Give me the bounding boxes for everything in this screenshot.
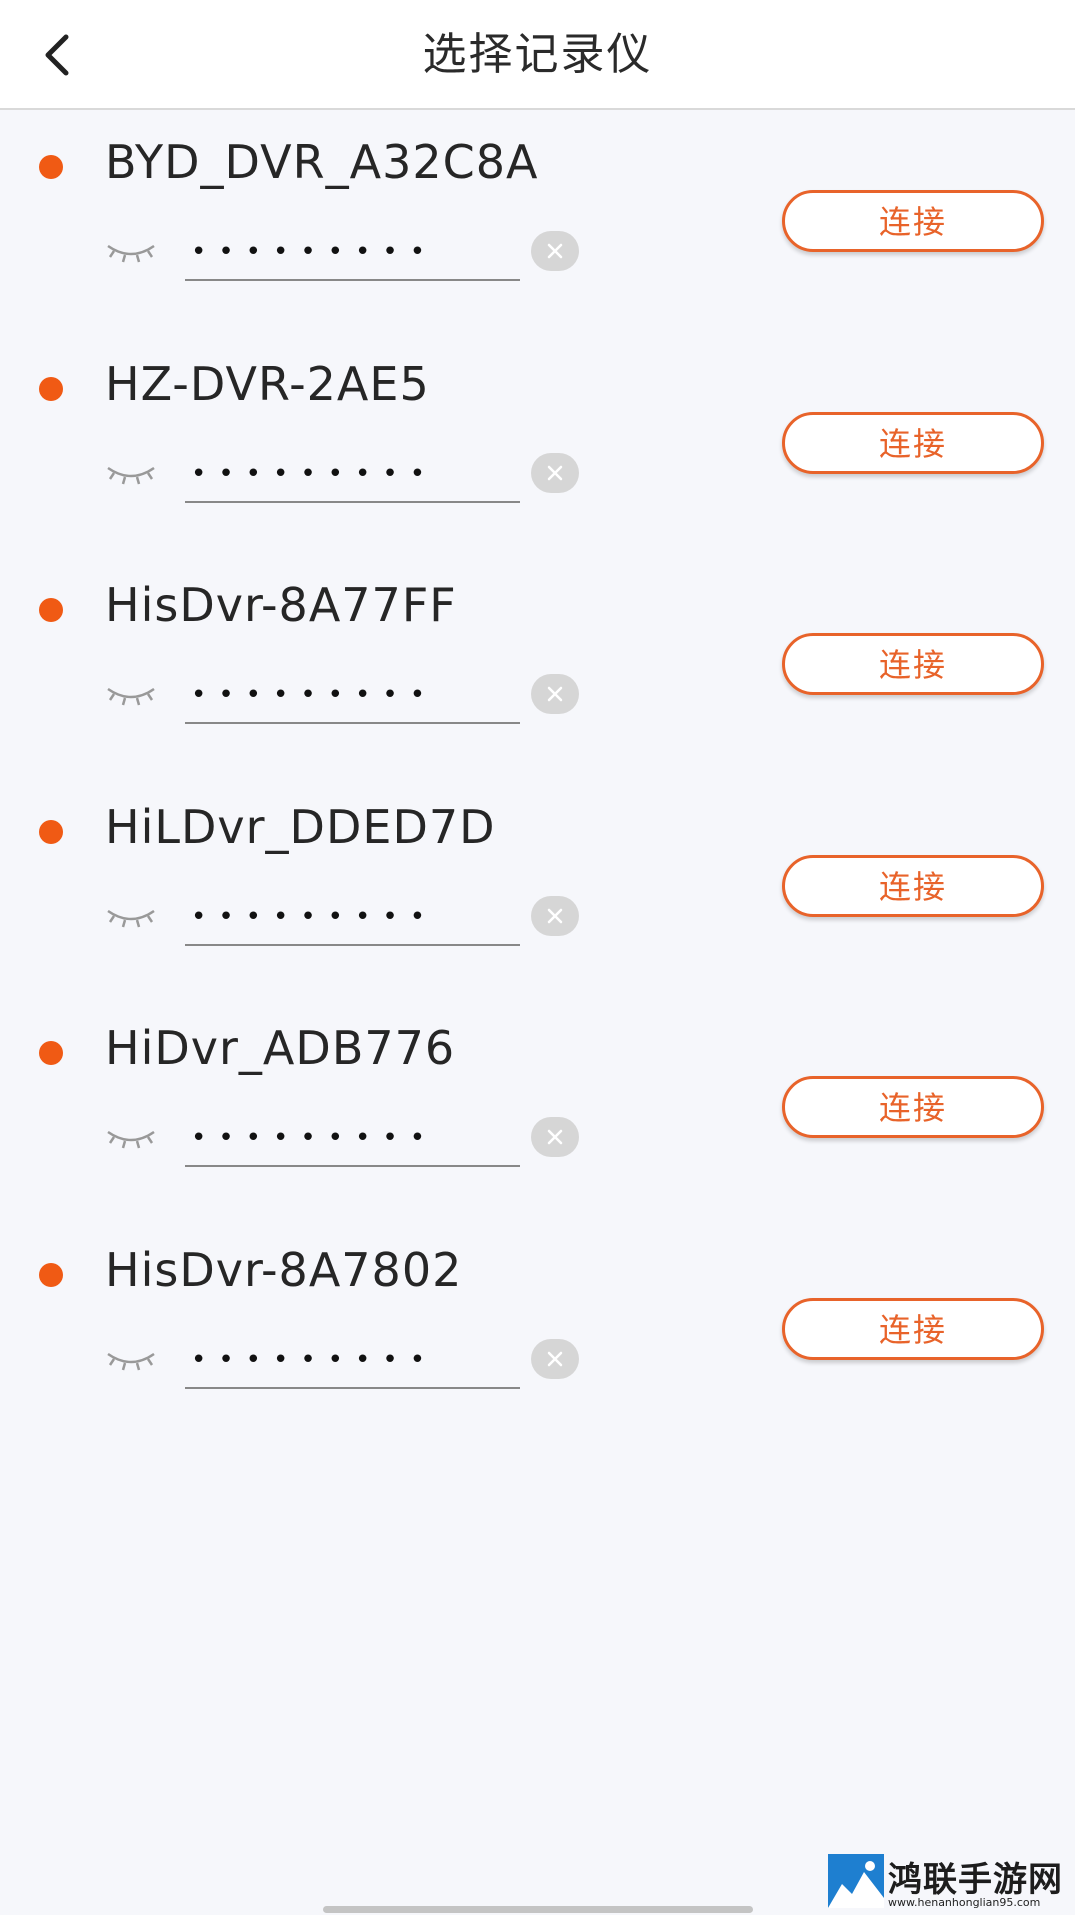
device-item: HiDvr_ADB776 连接 bbox=[0, 996, 1075, 1218]
connect-button[interactable]: 连接 bbox=[782, 854, 1044, 917]
device-list: BYD_DVR_A32C8A 连接 HZ-DVR-2AE5 bbox=[0, 110, 1075, 1439]
close-icon bbox=[547, 1351, 563, 1366]
connect-button[interactable]: 连接 bbox=[782, 633, 1044, 695]
device-item: HisDvr-8A77FF 连接 bbox=[0, 553, 1075, 775]
eye-closed-icon[interactable] bbox=[105, 1348, 157, 1372]
clear-button[interactable] bbox=[531, 1338, 579, 1379]
clear-button[interactable] bbox=[531, 674, 579, 714]
clear-button[interactable] bbox=[531, 1117, 579, 1157]
close-icon bbox=[547, 908, 563, 923]
status-dot bbox=[39, 598, 63, 622]
clear-button[interactable] bbox=[531, 231, 579, 271]
device-name: HiDvr_ADB776 bbox=[105, 1021, 456, 1075]
device-name: HiLDvr_DDED7D bbox=[105, 799, 496, 854]
password-field[interactable] bbox=[185, 225, 520, 281]
watermark: 鸿联手游网 www.henanhonglian95.com bbox=[826, 1852, 1071, 1912]
device-item: BYD_DVR_A32C8A 连接 bbox=[0, 110, 1075, 332]
device-item: HisDvr-8A7802 连接 bbox=[0, 1218, 1075, 1440]
eye-closed-icon[interactable] bbox=[105, 905, 157, 929]
page-title: 选择记录仪 bbox=[422, 29, 653, 80]
password-field[interactable] bbox=[185, 889, 520, 946]
device-name: HisDvr-8A77FF bbox=[105, 578, 457, 632]
device-item: HiLDvr_DDED7D 连接 bbox=[0, 775, 1075, 997]
status-dot bbox=[39, 819, 63, 844]
connect-button[interactable]: 连接 bbox=[782, 190, 1044, 252]
status-dot bbox=[39, 1262, 63, 1287]
device-item: HZ-DVR-2AE5 连接 bbox=[0, 332, 1075, 554]
home-indicator[interactable] bbox=[323, 1906, 753, 1913]
close-icon bbox=[547, 686, 563, 702]
device-name: HZ-DVR-2AE5 bbox=[105, 356, 430, 411]
connect-button[interactable]: 连接 bbox=[782, 1297, 1044, 1360]
watermark-logo-icon bbox=[828, 1854, 884, 1908]
status-dot bbox=[39, 376, 63, 401]
close-icon bbox=[547, 465, 563, 480]
device-name: HisDvr-8A7802 bbox=[105, 1242, 463, 1297]
password-field[interactable] bbox=[185, 446, 520, 503]
close-icon bbox=[547, 243, 563, 259]
password-field[interactable] bbox=[185, 1111, 520, 1167]
eye-closed-icon[interactable] bbox=[105, 683, 157, 707]
eye-closed-icon[interactable] bbox=[105, 462, 157, 486]
clear-button[interactable] bbox=[531, 895, 579, 936]
connect-button[interactable]: 连接 bbox=[782, 411, 1044, 474]
clear-button[interactable] bbox=[531, 452, 579, 493]
eye-closed-icon[interactable] bbox=[105, 240, 157, 264]
watermark-title: 鸿联手游网 bbox=[888, 1860, 1063, 1900]
app-header: 选择记录仪 bbox=[0, 0, 1075, 110]
watermark-url: www.henanhonglian95.com bbox=[888, 1896, 1041, 1909]
password-field[interactable] bbox=[185, 668, 520, 724]
connect-button[interactable]: 连接 bbox=[782, 1076, 1044, 1138]
password-field[interactable] bbox=[185, 1332, 520, 1389]
status-dot bbox=[39, 155, 63, 179]
close-icon bbox=[547, 1129, 563, 1145]
eye-closed-icon[interactable] bbox=[105, 1126, 157, 1150]
status-dot bbox=[39, 1041, 63, 1065]
device-name: BYD_DVR_A32C8A bbox=[105, 135, 539, 189]
